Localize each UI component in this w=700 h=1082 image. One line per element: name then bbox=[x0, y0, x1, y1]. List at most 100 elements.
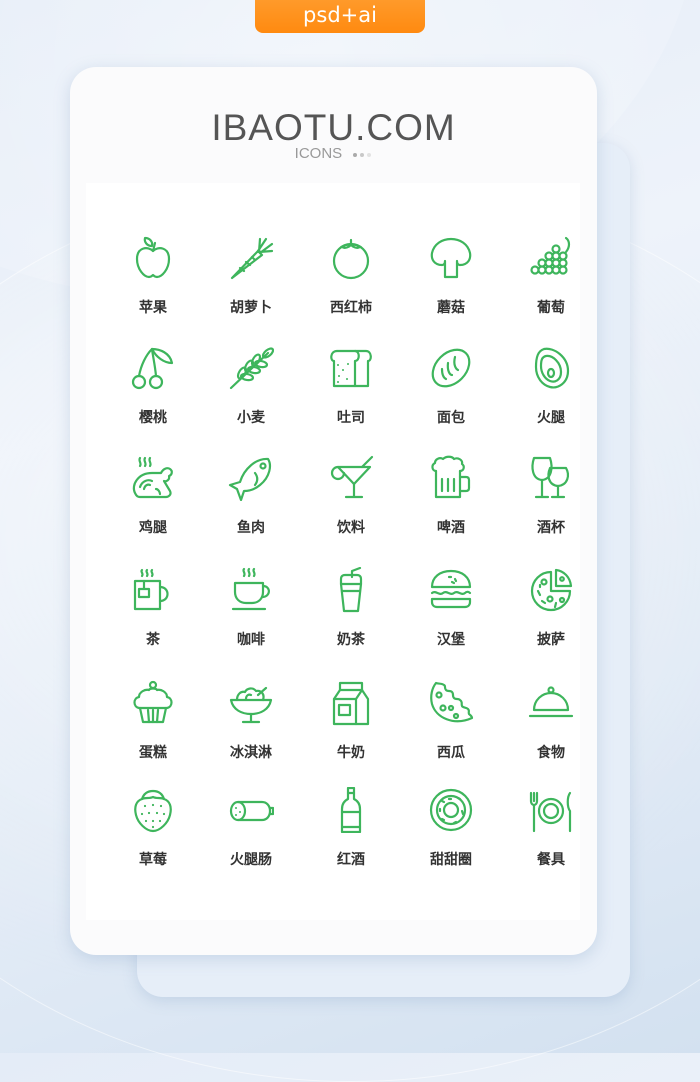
beer-mug-icon bbox=[431, 455, 471, 499]
icon-label: 咖啡 bbox=[237, 632, 265, 648]
dot bbox=[366, 152, 371, 157]
icon-label: 甜甜圈 bbox=[430, 852, 472, 868]
icon-label: 冰淇淋 bbox=[230, 745, 272, 761]
icon-label: 饮料 bbox=[337, 520, 365, 536]
wine-glasses-icon bbox=[531, 456, 569, 499]
tomato-icon bbox=[332, 238, 370, 280]
icon-label: 牛奶 bbox=[337, 745, 365, 761]
icon-label: 茶 bbox=[146, 632, 160, 648]
icon-label: 红酒 bbox=[337, 852, 365, 868]
wheat-icon bbox=[229, 347, 274, 390]
dot bbox=[359, 152, 364, 157]
icon-item[interactable]: 鸡腿 bbox=[103, 455, 203, 555]
icon-label: 奶茶 bbox=[337, 632, 365, 648]
icon-item[interactable]: 苹果 bbox=[103, 235, 203, 335]
icon-label: 啤酒 bbox=[437, 520, 465, 536]
pizza-icon bbox=[530, 568, 573, 612]
icon-item[interactable]: 小麦 bbox=[201, 345, 301, 445]
icon-item[interactable]: 蘑菇 bbox=[401, 235, 501, 335]
icon-item[interactable]: 鱼肉 bbox=[201, 455, 301, 555]
icon-label: 小麦 bbox=[237, 410, 265, 426]
coffee-cup-icon bbox=[231, 567, 270, 611]
strawberry-icon bbox=[134, 789, 172, 833]
icon-label: 蛋糕 bbox=[139, 745, 167, 761]
subtitle-dots bbox=[351, 146, 372, 163]
cherry-icon bbox=[131, 347, 174, 390]
roast-chicken-icon bbox=[132, 456, 173, 499]
icon-panel: 苹果 胡萝卜 西红柿 蘑菇 葡萄樱桃 小麦 吐司 面包 火腿鸡腿 鱼肉 饮料 啤酒 酒杯茶 咖啡 奶茶 汉堡 披… bbox=[86, 183, 580, 920]
icon-label: 鱼肉 bbox=[237, 520, 265, 536]
cupcake-icon bbox=[133, 680, 173, 724]
icon-label: 披萨 bbox=[537, 632, 565, 648]
sausage-icon bbox=[229, 800, 274, 822]
icon-item[interactable]: 饮料 bbox=[301, 455, 401, 555]
toast-icon bbox=[330, 349, 372, 388]
icon-item[interactable]: 樱桃 bbox=[103, 345, 203, 445]
bread-icon bbox=[431, 348, 471, 388]
site-title: IBAOTU.COM bbox=[211, 107, 456, 148]
icon-item[interactable]: 酒杯 bbox=[501, 455, 601, 555]
icon-label: 汉堡 bbox=[437, 632, 465, 648]
icon-label: 吐司 bbox=[337, 410, 365, 426]
donut-icon bbox=[429, 788, 473, 832]
icon-label: 鸡腿 bbox=[139, 520, 167, 536]
icon-item[interactable]: 吐司 bbox=[301, 345, 401, 445]
icon-item[interactable]: 草莓 bbox=[103, 787, 203, 887]
burger-icon bbox=[430, 569, 472, 609]
icon-item[interactable]: 蛋糕 bbox=[103, 680, 203, 780]
icon-item[interactable]: 茶 bbox=[103, 567, 203, 667]
subtitle-text: ICONS bbox=[294, 145, 343, 162]
dot bbox=[352, 152, 357, 157]
icon-label: 西红柿 bbox=[330, 300, 372, 316]
cheese-slice-icon bbox=[430, 681, 474, 723]
icon-item[interactable]: 红酒 bbox=[301, 787, 401, 887]
icon-item[interactable]: 食物 bbox=[501, 680, 601, 780]
ice-cream-icon bbox=[229, 686, 273, 724]
milk-tea-icon bbox=[339, 567, 363, 613]
icon-item[interactable]: 西瓜 bbox=[401, 680, 501, 780]
icon-item[interactable]: 面包 bbox=[401, 345, 501, 445]
format-tag: psd+ai bbox=[255, 0, 425, 33]
icon-label: 火腿 bbox=[537, 410, 565, 426]
ham-icon bbox=[534, 347, 570, 389]
icon-item[interactable]: 甜甜圈 bbox=[401, 787, 501, 887]
icon-item[interactable]: 冰淇淋 bbox=[201, 680, 301, 780]
icon-label: 酒杯 bbox=[537, 520, 565, 536]
icon-label: 火腿肠 bbox=[230, 852, 272, 868]
tableware-icon bbox=[529, 791, 572, 833]
milk-carton-icon bbox=[332, 681, 370, 726]
cocktail-icon bbox=[330, 455, 374, 499]
subtitle: ICONS bbox=[70, 145, 597, 163]
icon-label: 樱桃 bbox=[139, 410, 167, 426]
carrot-icon bbox=[230, 237, 274, 280]
icon-label: 葡萄 bbox=[537, 300, 565, 316]
icon-item[interactable]: 奶茶 bbox=[301, 567, 401, 667]
icon-item[interactable]: 火腿 bbox=[501, 345, 601, 445]
icon-label: 食物 bbox=[537, 745, 565, 761]
icon-label: 苹果 bbox=[139, 300, 167, 316]
icon-item[interactable]: 葡萄 bbox=[501, 235, 601, 335]
icon-label: 蘑菇 bbox=[437, 300, 465, 316]
icon-label: 草莓 bbox=[139, 852, 167, 868]
icon-item[interactable]: 披萨 bbox=[501, 567, 601, 667]
icon-item[interactable]: 胡萝卜 bbox=[201, 235, 301, 335]
apple-icon bbox=[135, 236, 171, 279]
icon-label: 西瓜 bbox=[437, 745, 465, 761]
icon-item[interactable]: 汉堡 bbox=[401, 567, 501, 667]
wine-bottle-icon bbox=[340, 787, 362, 833]
icon-item[interactable]: 啤酒 bbox=[401, 455, 501, 555]
icon-label: 面包 bbox=[437, 410, 465, 426]
icon-label: 餐具 bbox=[537, 852, 565, 868]
icon-item[interactable]: 咖啡 bbox=[201, 567, 301, 667]
icon-label: 胡萝卜 bbox=[230, 300, 272, 316]
food-cloche-icon bbox=[528, 686, 574, 718]
icon-card: IBAOTU.COM ICONS 苹果 胡萝卜 西红柿 蘑菇 葡萄樱桃 小麦 吐司 面包 火腿鸡… bbox=[70, 67, 597, 955]
icon-item[interactable]: 牛奶 bbox=[301, 680, 401, 780]
icon-item[interactable]: 餐具 bbox=[501, 787, 601, 887]
mushroom-icon bbox=[430, 237, 472, 279]
icon-item[interactable]: 火腿肠 bbox=[201, 787, 301, 887]
icon-item[interactable]: 西红柿 bbox=[301, 235, 401, 335]
tea-mug-icon bbox=[133, 568, 169, 611]
grapes-icon bbox=[530, 236, 571, 275]
fish-icon bbox=[228, 457, 271, 501]
